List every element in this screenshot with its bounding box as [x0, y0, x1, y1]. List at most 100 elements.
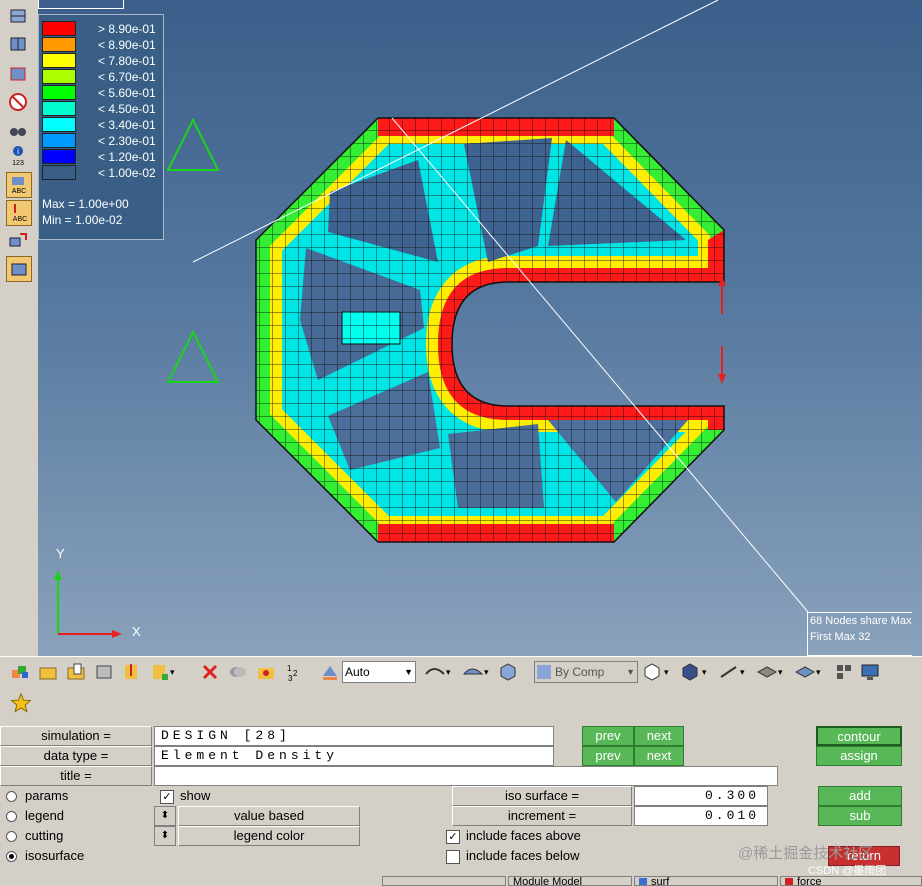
simulation-label[interactable]: simulation =	[0, 726, 152, 746]
line-icon[interactable]: ▾	[718, 661, 745, 683]
duplicate-icon[interactable]	[228, 661, 248, 683]
plane-icon[interactable]: ▾	[756, 661, 783, 683]
info-123-icon[interactable]: i 123	[6, 144, 30, 168]
abc-label-icon[interactable]: ABC	[6, 172, 32, 198]
graphics-viewport[interactable]: > 8.90e-01 < 8.90e-01 < 7.80e-01 < 6.70e-01…	[38, 0, 922, 656]
radio-isosurface[interactable]: isosurface	[6, 848, 84, 863]
monitor-icon[interactable]	[860, 661, 880, 683]
svg-text:ABC: ABC	[13, 216, 27, 223]
watermark: @稀土掘金技术社区	[738, 842, 873, 863]
svg-text:2: 2	[293, 669, 298, 678]
view-icon[interactable]	[6, 4, 30, 28]
folder-doc-icon[interactable]	[66, 661, 86, 683]
status-empty	[382, 876, 506, 886]
status-comp-text: surf	[651, 876, 670, 886]
status-comp: surf	[634, 876, 778, 886]
svg-text:i: i	[17, 147, 19, 156]
iso-surface-label[interactable]: iso surface =	[452, 786, 632, 806]
star-icon[interactable]	[10, 692, 32, 717]
status-force-text: force	[797, 876, 822, 886]
transform-icon[interactable]	[6, 228, 30, 252]
load-color-swatch	[785, 878, 793, 885]
radio-cutting[interactable]: cutting	[6, 828, 63, 843]
svg-text:123: 123	[12, 160, 24, 167]
import-icon[interactable]	[122, 661, 142, 683]
show-label: show	[180, 788, 211, 803]
cube-icon[interactable]	[498, 661, 518, 683]
display-mode-value: Auto	[345, 665, 370, 679]
view-3-icon[interactable]	[6, 62, 30, 86]
iso-surface-field[interactable]: 0.300	[634, 786, 768, 806]
y-axis-label: Y	[56, 546, 65, 561]
increment-label[interactable]: increment =	[452, 806, 632, 826]
first-max-text: First Max 32	[810, 631, 871, 643]
color-by-value: By Comp	[555, 665, 605, 679]
surface-icon[interactable]: ▾	[794, 661, 821, 683]
plot-frame-icon[interactable]	[6, 256, 32, 282]
delete-icon[interactable]	[200, 661, 220, 683]
svg-text:3: 3	[288, 674, 293, 682]
increment-field[interactable]: 0.010	[634, 806, 768, 826]
radio-dot	[6, 791, 17, 803]
no-icon[interactable]	[6, 90, 30, 114]
components-icon[interactable]	[10, 661, 30, 683]
main-toolbar: ▾ 123 Auto ▼ ▾ ▾ By Comp ▼ ▾ ▾ ▾ ▾ ▾	[0, 656, 922, 685]
include-faces-above-checkbox[interactable]: ✓ include faces above	[446, 828, 581, 844]
simulation-prev-button[interactable]: prev	[582, 726, 634, 746]
simulation-next-button[interactable]: next	[634, 726, 684, 746]
data-type-label[interactable]: data type =	[0, 746, 152, 766]
chevron-down-icon: ▼	[404, 667, 413, 677]
include-faces-below-checkbox[interactable]: include faces below	[446, 848, 579, 864]
nodes-share-max-text: 68 Nodes share Max	[810, 615, 912, 627]
simulation-field[interactable]: DESIGN [28]	[154, 726, 554, 746]
fe-model-plot	[54, 0, 809, 638]
color-by-select[interactable]: By Comp ▼	[534, 661, 638, 683]
assign-button[interactable]: assign	[816, 746, 902, 766]
radio-legend[interactable]: legend	[6, 808, 64, 823]
display-mode-select[interactable]: Auto ▼	[342, 661, 416, 683]
svg-text:1: 1	[287, 664, 292, 673]
show-checkbox[interactable]: ✓ show	[160, 788, 210, 804]
title-label[interactable]: title =	[0, 766, 152, 786]
title-field[interactable]	[154, 766, 778, 786]
data-type-next-button[interactable]: next	[634, 746, 684, 766]
secondary-toolbar	[0, 688, 922, 718]
folder-layers-icon[interactable]	[38, 661, 58, 683]
watermark-text: @稀土掘金技术社区	[738, 845, 874, 862]
export-icon[interactable]: ▾	[150, 661, 175, 683]
sub-button[interactable]: sub	[818, 806, 902, 826]
value-based-toggle[interactable]: ⬍	[154, 806, 176, 826]
mask-icon[interactable]	[94, 661, 114, 683]
check-icon: ✓	[160, 789, 174, 804]
color-mode-icon[interactable]	[320, 661, 340, 683]
constraint-triangle	[166, 117, 220, 171]
abc-arrow-icon[interactable]: ABC	[6, 200, 32, 226]
check-icon: ✓	[446, 829, 460, 844]
shading-icon[interactable]: ▾	[424, 661, 451, 683]
radio-params[interactable]: params	[6, 788, 68, 803]
wireframe-cube-icon[interactable]: ▾	[642, 661, 669, 683]
legend-color-button[interactable]: legend color	[178, 826, 360, 846]
binoculars-icon[interactable]	[6, 118, 30, 142]
left-toolbar: i 123 ABC ABC	[0, 0, 36, 656]
radio-label: legend	[25, 808, 65, 823]
constraint-triangle	[166, 329, 220, 383]
contour-button[interactable]: contour	[816, 726, 902, 746]
organize-icon[interactable]	[256, 661, 276, 683]
radio-label: params	[25, 788, 69, 803]
shading-2-icon[interactable]: ▾	[462, 661, 489, 683]
data-type-prev-button[interactable]: prev	[582, 746, 634, 766]
radio-dot	[6, 831, 17, 843]
colorby-icon	[537, 665, 551, 679]
solid-cube-icon[interactable]: ▾	[680, 661, 707, 683]
status-model: Module Model	[508, 876, 632, 886]
renumber-icon[interactable]: 123	[284, 661, 304, 683]
add-button[interactable]: add	[818, 786, 902, 806]
view-2-icon[interactable]	[6, 32, 30, 56]
value-based-button[interactable]: value based	[178, 806, 360, 826]
legend-color-toggle[interactable]: ⬍	[154, 826, 176, 846]
radio-dot	[6, 811, 17, 823]
grid-icon[interactable]	[834, 661, 854, 683]
radio-label: cutting	[25, 828, 64, 843]
data-type-field[interactable]: Element Density	[154, 746, 554, 766]
